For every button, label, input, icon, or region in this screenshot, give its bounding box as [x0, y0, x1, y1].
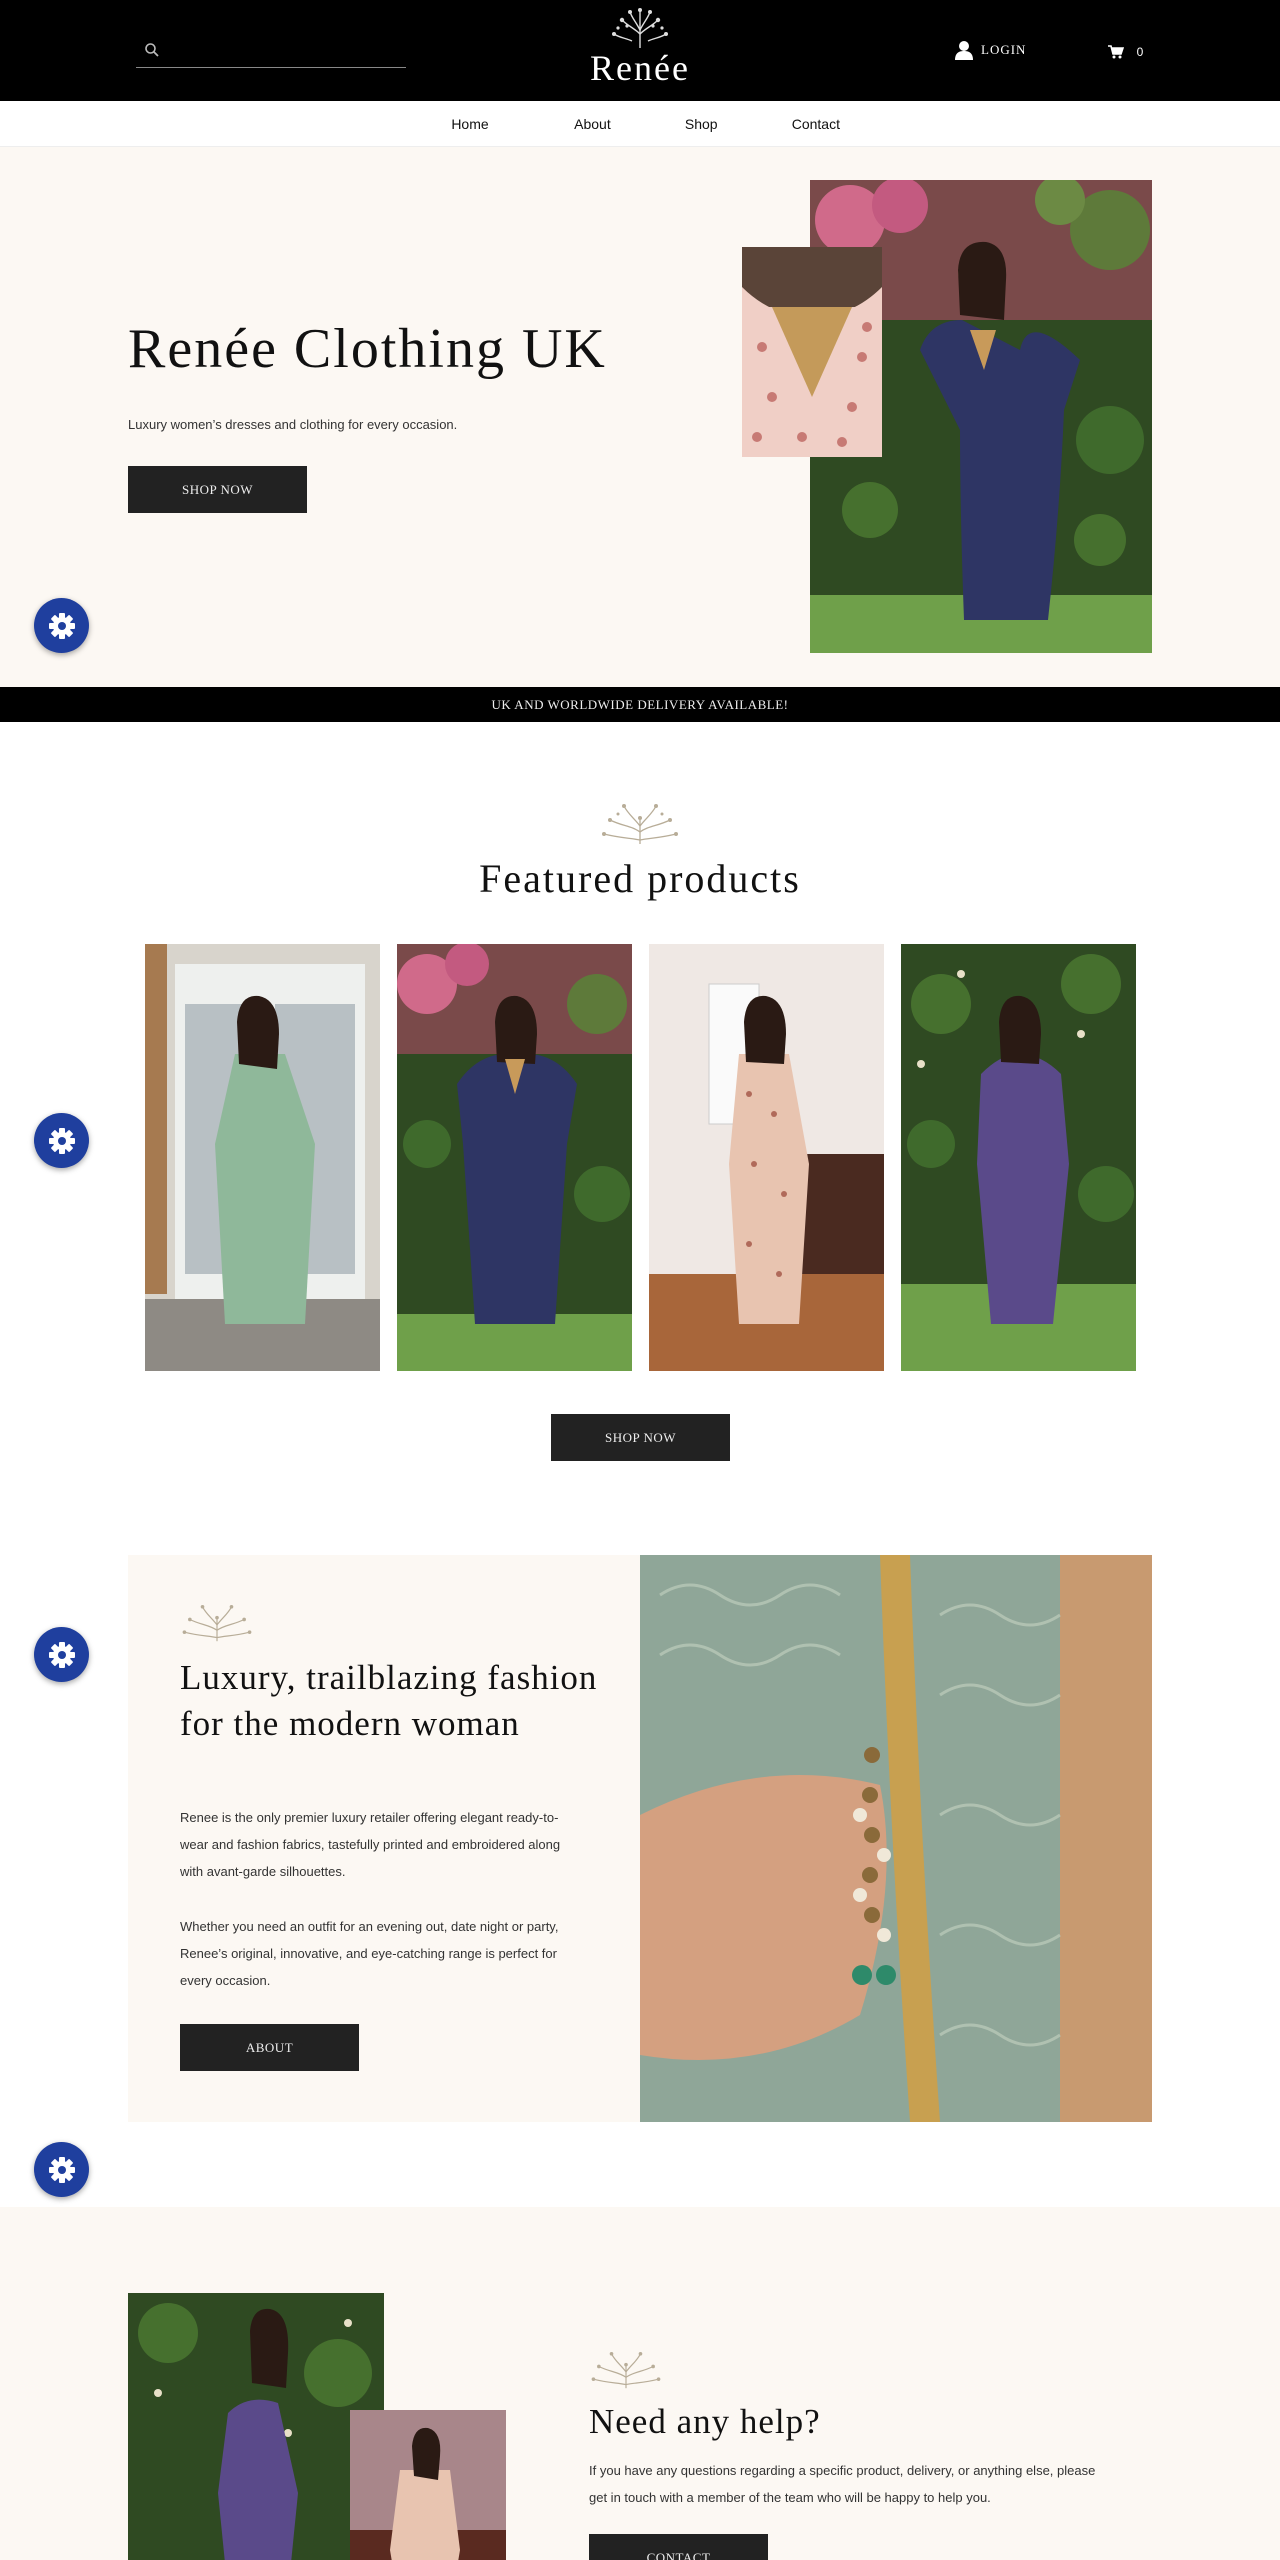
luxury-paragraph-1: Renee is the only premier luxury retaile… [180, 1810, 561, 1879]
luxury-section: Luxury, trailblazing fashion for the mod… [128, 1555, 640, 2122]
tree-ornament-icon [182, 1605, 252, 1642]
tree-logo-icon [612, 8, 668, 48]
help-text: If you have any questions regarding a sp… [589, 2463, 1096, 2505]
tree-ornament-icon [602, 804, 678, 844]
gear-icon [48, 2156, 75, 2183]
hero-shop-now-button[interactable]: SHOP NOW [128, 466, 307, 513]
login-label: LOGIN [981, 42, 1027, 57]
about-button[interactable]: ABOUT [180, 2024, 359, 2071]
luxury-paragraph-2: Whether you need an outfit for an evenin… [180, 1919, 559, 1988]
brand-name: Renée [590, 48, 690, 88]
product-card-3[interactable] [649, 944, 884, 1371]
cart-link[interactable]: 0 [1108, 40, 1148, 64]
luxury-title: Luxury, trailblazing fashion for the mod… [180, 1658, 598, 1743]
purple-printed-draped-dress [901, 944, 1136, 1371]
delivery-banner: UK AND WORLDWIDE DELIVERY AVAILABLE! [0, 687, 1280, 722]
settings-gear-button[interactable] [34, 2142, 89, 2197]
contact-button[interactable]: CONTACT [589, 2534, 768, 2560]
blush-printed-dress [649, 944, 884, 1371]
help-photo-2 [350, 2410, 506, 2560]
hero-title: Renée Clothing UK [128, 318, 607, 380]
featured-shop-now-button[interactable]: SHOP NOW [551, 1414, 730, 1461]
settings-gear-button[interactable] [34, 1627, 89, 1682]
settings-gear-button[interactable] [34, 1113, 89, 1168]
product-card-4[interactable] [901, 944, 1136, 1371]
help-photo-1 [128, 2293, 384, 2560]
product-card-1[interactable] [145, 944, 380, 1371]
brand-logo[interactable]: Renée [560, 8, 720, 96]
gear-icon [48, 1127, 75, 1154]
gear-icon [48, 612, 75, 639]
search-input[interactable] [168, 38, 398, 66]
navy-printed-kaftan [397, 944, 632, 1371]
embroidery-detail-photo [640, 1555, 1152, 2122]
featured-products-title: Featured products [479, 856, 801, 901]
product-card-2[interactable] [397, 944, 632, 1371]
nav-item-shop[interactable]: Shop [685, 116, 718, 132]
hero-subtitle: Luxury women’s dresses and clothing for … [128, 417, 458, 432]
hero-section: Renée Clothing UK Luxury women’s dresses… [0, 147, 1280, 687]
gear-icon [48, 1641, 75, 1668]
mint-green-embroidered-dress [145, 944, 380, 1371]
nav-item-contact[interactable]: Contact [792, 116, 840, 132]
cart-count: 0 [1136, 45, 1144, 59]
settings-gear-button[interactable] [34, 598, 89, 653]
hero-detail-photo [742, 247, 882, 457]
main-nav: Home About Shop Contact [0, 101, 1280, 147]
help-section: Need any help? If you have any questions… [0, 2207, 1280, 2560]
top-header: Renée LOGIN 0 [0, 0, 1280, 101]
search-bar[interactable] [136, 38, 406, 68]
nav-item-about[interactable]: About [574, 116, 611, 132]
tree-ornament-icon [591, 2352, 661, 2389]
nav-item-home[interactable]: Home [440, 116, 500, 132]
help-title: Need any help? [589, 2402, 821, 2441]
login-link[interactable]: LOGIN [955, 38, 1026, 62]
user-icon [955, 41, 973, 60]
cart-icon [1108, 45, 1124, 59]
search-icon[interactable] [144, 42, 160, 58]
